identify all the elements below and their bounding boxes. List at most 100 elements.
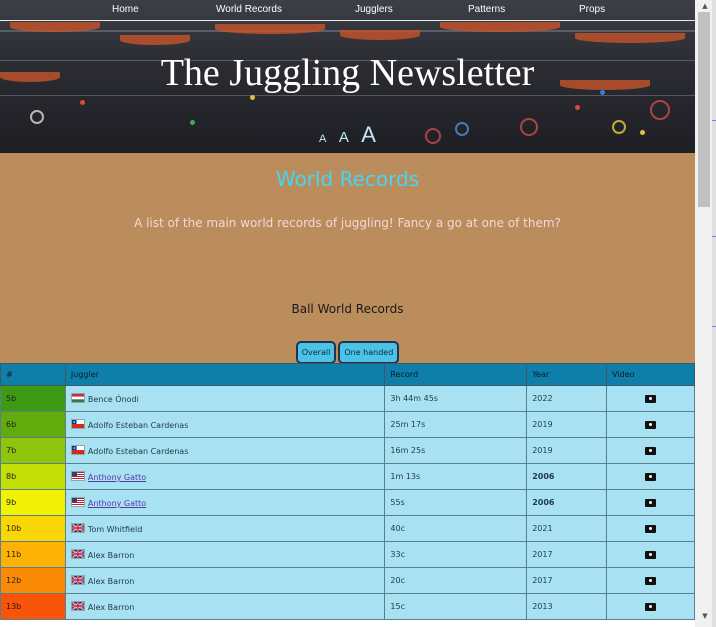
font-size-small-button[interactable]: A [319,133,326,145]
usa-flag-icon [70,497,88,508]
video-cell [606,463,695,490]
page: Home World Records Jugglers Patterns Pro… [0,0,695,627]
video-cell [606,411,695,438]
grade-cell: 12b [0,567,66,594]
juggler-cell: Anthony Gatto [64,463,386,490]
year-cell: 2006 [526,489,608,516]
video-camera-icon[interactable] [645,394,657,403]
year-cell: 2021 [526,515,608,542]
page-intro: A list of the main world records of jugg… [134,216,561,230]
record-cell: 15c [384,593,528,620]
grade-cell: 9b [0,489,66,516]
juggler-link[interactable]: Anthony Gatto [88,473,146,482]
table-row: 6b Adolfo Esteban Cardenas 25m 17s 2019 [0,411,695,438]
filter-bar: Overall One handed [0,341,695,364]
site-title: The Juggling Newsletter [160,52,535,94]
year-cell: 2013 [526,593,608,620]
records-body: 5b Bence Ónodi 3h 44m 45s 2022 6b Adolfo Este… [0,385,695,620]
table-header-row: # Juggler Record Year Video [0,363,695,386]
uk-flag-icon [70,523,88,534]
table-row: 7b Adolfo Esteban Cardenas 16m 25s 2019 [0,437,695,464]
hungary-flag-icon [70,393,88,404]
video-camera-icon[interactable] [645,550,657,559]
edge-tick [712,120,716,121]
nav-item-jugglers[interactable]: Jugglers [355,4,393,15]
drape [575,33,685,43]
video-camera-icon[interactable] [645,576,657,585]
juggler-cell: Anthony Gatto [64,489,386,516]
table-row: 8b Anthony Gatto 1m 13s 2006 [0,463,695,490]
scrollbar-thumb[interactable] [698,12,710,207]
column-header-year[interactable]: Year [526,363,608,386]
scroll-up-arrow-icon[interactable]: ▲ [700,2,710,12]
column-header-juggler[interactable]: Juggler [64,363,386,386]
video-camera-icon[interactable] [645,602,657,611]
table-row: 12b Alex Barron 20c 2017 [0,567,695,594]
font-size-controls: A A A [0,122,695,148]
drape [215,24,325,34]
nav-item-props[interactable]: Props [579,4,605,15]
chile-flag-icon [70,445,88,456]
uk-flag-icon [70,575,88,586]
column-header-record[interactable]: Record [384,363,528,386]
record-cell: 16m 25s [384,437,528,464]
ring [650,100,670,120]
drape [340,30,420,40]
video-cell [606,489,695,516]
filter-overall-button[interactable]: Overall [295,341,337,364]
drape [10,22,100,32]
video-camera-icon[interactable] [645,472,657,481]
page-title: World Records [275,167,420,191]
nav-item-home[interactable]: Home [112,4,139,15]
records-table: # Juggler Record Year Video 5b Bence Ónod… [0,363,695,620]
year-cell: 2019 [526,437,608,464]
record-cell: 33c [384,541,528,568]
font-size-medium-button[interactable]: A [339,129,349,146]
video-camera-icon[interactable] [645,446,657,455]
juggler-cell: Alex Barron [64,593,386,620]
video-camera-icon[interactable] [645,420,657,429]
uk-flag-icon [70,549,88,560]
chile-flag-icon [70,419,88,430]
juggler-name: Alex Barron [87,551,135,560]
juggler-cell: Adolfo Esteban Cardenas [64,411,386,438]
scroll-down-arrow-icon[interactable]: ▼ [700,612,710,622]
table-row: 11b Alex Barron 33c 2017 [0,541,695,568]
video-cell [606,437,695,464]
window-edge [712,0,716,627]
video-cell [606,567,695,594]
table-row: 10b Tom Whitfield 40c 2021 [0,515,695,542]
nav-item-world-records[interactable]: World Records [216,4,282,15]
record-cell: 55s [384,489,528,516]
filter-one-handed-button[interactable]: One handed [338,341,400,364]
header-banner: Home World Records Jugglers Patterns Pro… [0,0,695,153]
table-heading: Ball World Records [291,302,404,316]
juggler-name: Adolfo Esteban Cardenas [87,447,189,456]
video-camera-icon[interactable] [645,524,657,533]
video-cell [606,515,695,542]
nav-item-patterns[interactable]: Patterns [468,4,505,15]
drape [120,35,190,45]
year-cell: 2022 [526,385,608,412]
column-header-video[interactable]: Video [606,363,695,386]
ball [575,105,580,110]
juggler-cell: Alex Barron [64,541,386,568]
juggler-cell: Alex Barron [64,567,386,594]
table-row: 13b Alex Barron 15c 2013 [0,593,695,620]
juggler-name: Bence Ónodi [87,395,139,404]
year-cell: 2017 [526,567,608,594]
video-cell [606,593,695,620]
juggler-cell: Tom Whitfield [64,515,386,542]
juggler-name: Adolfo Esteban Cardenas [87,421,189,430]
ball [80,100,85,105]
grade-cell: 8b [0,463,66,490]
juggler-link[interactable]: Anthony Gatto [88,499,146,508]
juggler-cell: Bence Ónodi [64,385,386,412]
video-cell [606,385,695,412]
table-row: 5b Bence Ónodi 3h 44m 45s 2022 [0,385,695,412]
font-size-large-button[interactable]: A [361,122,376,148]
column-header-grade[interactable]: # [0,363,66,386]
video-camera-icon[interactable] [645,498,657,507]
record-cell: 20c [384,567,528,594]
uk-flag-icon [70,601,88,612]
